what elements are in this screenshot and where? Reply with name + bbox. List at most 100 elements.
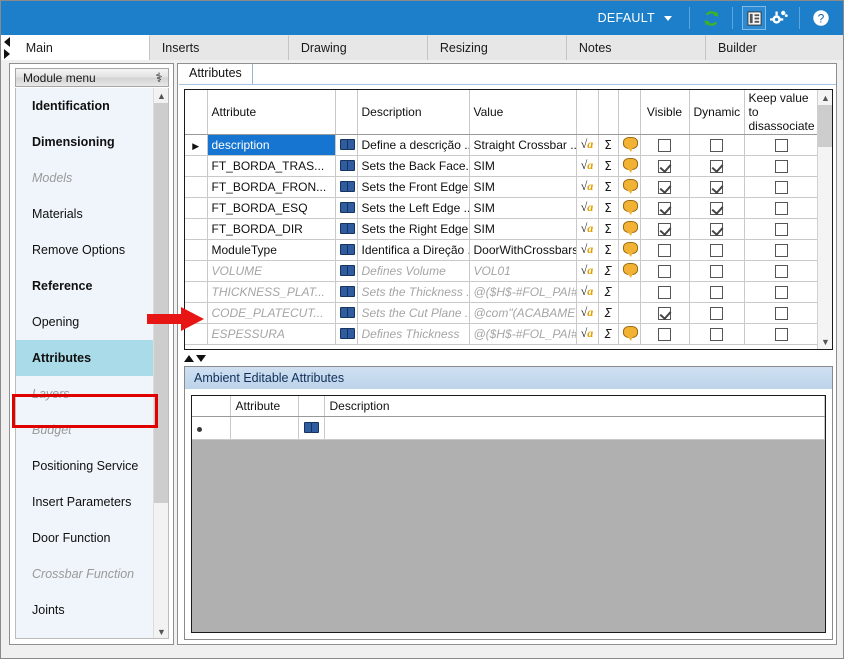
cell-attribute[interactable]: FT_BORDA_FRON... [207,176,335,197]
sigma-icon[interactable]: Σ [598,155,618,176]
ambient-cell-attribute[interactable] [230,416,298,439]
cell-value[interactable]: Straight Crossbar ... [469,134,576,155]
row-selector[interactable] [185,197,207,218]
checkbox-visible[interactable] [640,281,689,302]
header-value[interactable]: Value [469,90,576,134]
checkbox-visible[interactable] [640,239,689,260]
cell-attribute[interactable]: VOLUME [207,260,335,281]
sidebar-item-structure[interactable]: Structure [16,628,168,639]
collapse-up-icon[interactable] [184,355,194,362]
lookup-binoculars-icon[interactable] [335,176,357,197]
tab-main[interactable]: Main [14,35,150,60]
ambient-table-row[interactable] [192,416,825,439]
cell-description[interactable]: Sets the Front Edge... [357,176,469,197]
table-row[interactable]: ModuleTypeIdentifica a Direção ...DoorWi… [185,239,818,260]
lookup-binoculars-icon[interactable] [335,239,357,260]
sigma-icon[interactable]: Σ [598,323,618,344]
checkbox-keep-value[interactable] [744,176,818,197]
header-visible[interactable]: Visible [640,90,689,134]
row-selector[interactable]: ▶ [185,134,207,155]
row-selector[interactable] [185,302,207,323]
cell-value[interactable]: @($H$-#FOL_PAI#) [469,281,576,302]
formula-icon[interactable]: √a [576,302,598,323]
formula-icon[interactable]: √a [576,134,598,155]
scroll-left-icon[interactable] [4,37,10,47]
cell-description[interactable]: Identifica a Direção ... [357,239,469,260]
tab-drawing[interactable]: Drawing [289,35,428,60]
note-bubble-icon[interactable] [618,218,640,239]
checkbox-dynamic[interactable] [689,197,744,218]
sidebar-item-door-function[interactable]: Door Function [16,520,168,556]
sidebar-item-positioning-service[interactable]: Positioning Service [16,448,168,484]
checkbox-visible[interactable] [640,197,689,218]
formula-icon[interactable]: √a [576,260,598,281]
row-selector[interactable] [185,281,207,302]
header-attribute[interactable]: Attribute [207,90,335,134]
checkbox-keep-value[interactable] [744,155,818,176]
note-bubble-icon[interactable] [618,323,640,344]
note-bubble-icon[interactable] [618,176,640,197]
expand-down-icon[interactable] [196,355,206,362]
checkbox-dynamic[interactable] [689,281,744,302]
ambient-row-selector[interactable] [192,416,230,439]
cell-attribute[interactable]: THICKNESS_PLAT... [207,281,335,302]
panel-splitter[interactable] [184,352,833,364]
tab-notes[interactable]: Notes [567,35,706,60]
checkbox-dynamic[interactable] [689,176,744,197]
tab-attributes[interactable]: Attributes [179,64,253,84]
note-bubble-icon[interactable] [618,239,640,260]
checkbox-visible[interactable] [640,155,689,176]
checkbox-keep-value[interactable] [744,260,818,281]
lookup-binoculars-icon[interactable] [298,416,324,439]
cell-attribute[interactable]: FT_BORDA_ESQ [207,197,335,218]
row-selector[interactable] [185,176,207,197]
profile-selector-label[interactable]: DEFAULT [598,11,659,25]
ambient-header-description[interactable]: Description [324,396,825,416]
note-bubble-icon[interactable] [618,281,640,302]
lookup-binoculars-icon[interactable] [335,134,357,155]
cell-value[interactable]: SIM [469,155,576,176]
ambient-header-attribute[interactable]: Attribute [230,396,298,416]
cell-attribute[interactable]: CODE_PLATECUT... [207,302,335,323]
table-row[interactable]: FT_BORDA_DIRSets the Right Edge...SIM√aΣ [185,218,818,239]
cell-attribute[interactable]: FT_BORDA_TRAS... [207,155,335,176]
cell-description[interactable]: Define a descrição ... [357,134,469,155]
table-row[interactable]: CODE_PLATECUT...Sets the Cut Plane ...@c… [185,302,818,323]
row-selector[interactable] [185,218,207,239]
sidebar-item-insert-parameters[interactable]: Insert Parameters [16,484,168,520]
header-description[interactable]: Description [357,90,469,134]
table-row[interactable]: ▶descriptionDefine a descrição ...Straig… [185,134,818,155]
row-selector[interactable] [185,260,207,281]
checkbox-dynamic[interactable] [689,155,744,176]
lookup-binoculars-icon[interactable] [335,323,357,344]
cell-value[interactable]: SIM [469,176,576,197]
cell-description[interactable]: Defines Thickness [357,323,469,344]
row-selector[interactable] [185,239,207,260]
sidebar-item-reference[interactable]: Reference [16,268,168,304]
sigma-icon[interactable]: Σ [598,260,618,281]
sidebar-item-attributes[interactable]: Attributes [16,340,168,376]
cell-value[interactable]: @com"(ACABAME... [469,302,576,323]
note-bubble-icon[interactable] [618,155,640,176]
checkbox-dynamic[interactable] [689,302,744,323]
checkbox-keep-value[interactable] [744,239,818,260]
sigma-icon[interactable]: Σ [598,197,618,218]
checkbox-keep-value[interactable] [744,323,818,344]
cell-description[interactable]: Sets the Right Edge... [357,218,469,239]
lookup-binoculars-icon[interactable] [335,281,357,302]
cell-value[interactable]: SIM [469,197,576,218]
row-selector[interactable] [185,155,207,176]
sidebar-item-joints[interactable]: Joints [16,592,168,628]
cell-value[interactable]: SIM [469,218,576,239]
cell-value[interactable]: DoorWithCrossbars [469,239,576,260]
table-row[interactable]: THICKNESS_PLAT...Sets the Thickness ...@… [185,281,818,302]
formula-icon[interactable]: √a [576,155,598,176]
checkbox-dynamic[interactable] [689,218,744,239]
note-bubble-icon[interactable] [618,134,640,155]
lookup-binoculars-icon[interactable] [335,302,357,323]
scroll-right-icon[interactable] [4,49,10,59]
tab-inserts[interactable]: Inserts [150,35,289,60]
checkbox-visible[interactable] [640,302,689,323]
checkbox-visible[interactable] [640,260,689,281]
checkbox-visible[interactable] [640,218,689,239]
